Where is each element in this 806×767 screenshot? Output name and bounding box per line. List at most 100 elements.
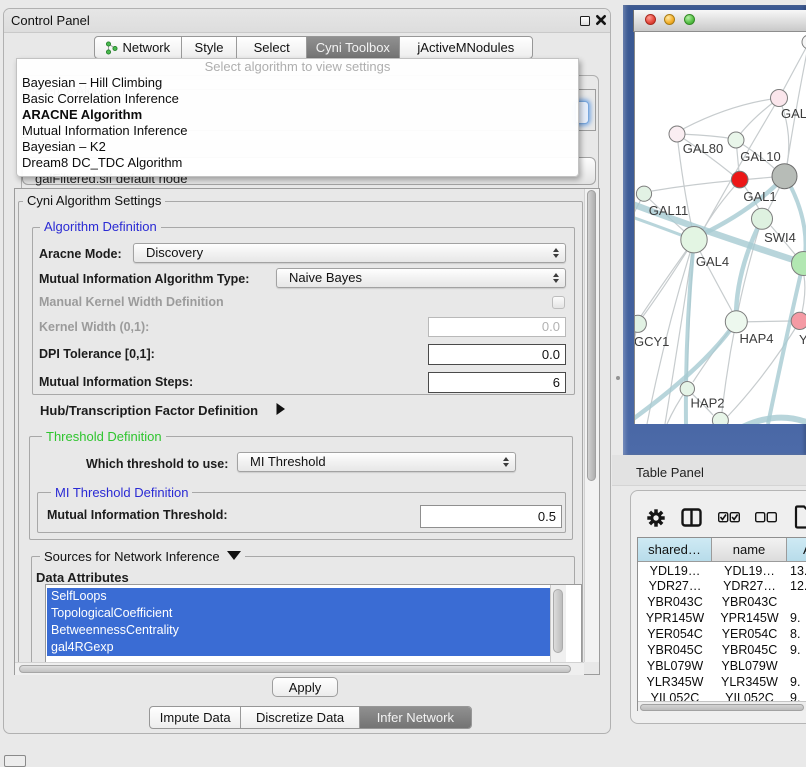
cell-value[interactable]: 13. [790,564,806,580]
table-row[interactable]: YBR045CYBR045C9. [638,643,806,659]
popup-item[interactable]: Bayesian – K2 [17,139,578,155]
network-edge[interactable] [736,219,762,322]
network-node[interactable] [712,412,728,424]
horizontal-scrollbar-thumb[interactable] [19,665,571,673]
cell-value[interactable]: 9. [790,643,806,659]
tab-infer-network[interactable]: Infer Network [360,707,471,728]
network-node[interactable] [669,126,685,142]
cell-name[interactable]: YPR145W [712,611,787,627]
cell-value[interactable]: 8. [790,627,806,643]
float-window-icon[interactable] [580,16,590,26]
popup-item[interactable]: Dream8 DC_TDC Algorithm [17,155,578,171]
horizontal-scrollbar[interactable] [15,662,584,675]
list-item[interactable]: BetweennessCentrality [47,622,550,639]
network-edge[interactable] [683,98,779,129]
cell-value[interactable]: 9. [790,675,806,691]
deselect-checks-icon[interactable] [755,512,777,523]
network-node[interactable] [725,311,747,333]
popup-item[interactable]: Basic Correlation Inference [17,91,578,107]
close-traffic-light-icon[interactable] [645,14,656,25]
select-all-checks-icon[interactable] [718,512,740,523]
new-column-icon[interactable] [794,505,806,529]
split-handle-icon[interactable] [616,376,620,380]
popup-item-selected[interactable]: ARACNE Algorithm [17,107,578,123]
cell-value[interactable] [790,595,806,611]
cell-name[interactable]: YBL079W [712,659,787,675]
kernel-width-field[interactable]: 0.0 [428,317,566,337]
table-row[interactable]: YLR345WYLR345W9. [638,675,806,691]
cell-shared-name[interactable]: YDL19… [638,564,712,580]
sources-title[interactable]: Sources for Network Inference [40,549,245,564]
collapse-down-icon[interactable] [227,551,241,560]
which-threshold-combo[interactable]: MI Threshold [237,452,516,472]
network-window-titlebar[interactable] [633,10,806,32]
network-node[interactable] [636,186,651,201]
cell-shared-name[interactable]: YLR345W [638,675,712,691]
split-columns-icon[interactable] [681,508,702,527]
table-horizontal-scrollbar[interactable] [638,701,806,711]
cell-value[interactable]: 9. [790,611,806,627]
network-node[interactable] [771,90,788,107]
data-attributes-list[interactable]: SelfLoops TopologicalCoefficient Between… [45,584,582,662]
cell-shared-name[interactable]: YPR145W [638,611,712,627]
mi-steps-field[interactable]: 6 [428,372,566,393]
expand-right-icon[interactable] [275,402,286,416]
cell-shared-name[interactable]: YBR045C [638,643,712,659]
column-header-next[interactable]: A [787,538,806,562]
popup-item[interactable]: Mutual Information Inference [17,123,578,139]
network-edge[interactable] [652,180,740,191]
cell-shared-name[interactable]: YBL079W [638,659,712,675]
network-node[interactable] [752,208,773,229]
tab-cyni-toolbox[interactable]: Cyni Toolbox [307,37,400,58]
table-row[interactable]: YER054CYER054C8. [638,627,806,643]
apply-button[interactable]: Apply [272,677,338,697]
aracne-mode-combo[interactable]: Discovery [133,243,566,263]
network-node[interactable] [792,252,806,276]
cell-name[interactable]: YDL19… [712,564,787,580]
cell-shared-name[interactable]: YER054C [638,627,712,643]
network-node[interactable] [681,227,707,253]
network-node[interactable] [791,312,806,329]
network-node[interactable] [731,171,748,188]
network-node[interactable] [680,382,694,396]
network-node[interactable] [802,35,806,49]
table-row[interactable]: YDR27…YDR27…12. [638,579,806,595]
cell-name[interactable]: YBR043C [712,595,787,611]
minimize-traffic-light-icon[interactable] [664,14,675,25]
tab-style[interactable]: Style [182,37,238,58]
network-edge[interactable] [641,240,694,316]
mi-algorithm-type-combo[interactable]: Naive Bayes [276,268,566,288]
tab-discretize-data[interactable]: Discretize Data [241,707,359,728]
network-node[interactable] [728,132,744,148]
network-node[interactable] [635,315,646,332]
table-row[interactable]: YBL079WYBL079W [638,659,806,675]
vertical-scrollbar-thumb[interactable] [587,190,596,481]
table-row[interactable]: YBR043CYBR043C [638,595,806,611]
list-item[interactable]: TopologicalCoefficient [47,605,550,622]
zoom-traffic-light-icon[interactable] [684,14,695,25]
vertical-scrollbar[interactable] [584,189,599,662]
tab-impute-data[interactable]: Impute Data [150,707,241,728]
cell-name[interactable]: YER054C [712,627,787,643]
cell-name[interactable]: YBR045C [712,643,787,659]
network-view-canvas[interactable]: GAL7GAL80GAL10GAL1GAL11SWI4GAL4GCY1HAP4Y… [634,32,806,424]
popup-item[interactable]: Bayesian – Hill Climbing [17,75,578,91]
tab-network[interactable]: Network [95,37,182,58]
network-node[interactable] [772,164,797,189]
gear-icon[interactable] [647,509,665,527]
cell-shared-name[interactable]: YDR27… [638,579,712,595]
cell-shared-name[interactable]: YBR043C [638,595,712,611]
cell-value[interactable] [790,659,806,675]
cell-value[interactable]: 12. [790,579,806,595]
cell-name[interactable]: YLR345W [712,675,787,691]
mi-threshold-field[interactable]: 0.5 [420,505,562,528]
tab-jactivemnodules[interactable]: jActiveMNodules [400,37,532,58]
tab-select[interactable]: Select [237,37,307,58]
cell-name[interactable]: YDR27… [712,579,787,595]
network-edge[interactable] [787,42,806,165]
column-header-name[interactable]: name [712,538,787,562]
table-scrollbar-thumb[interactable] [640,704,804,711]
column-header-shared-name[interactable]: shared… [638,538,712,562]
list-item[interactable]: gal4RGexp [47,639,550,656]
list-scrollbar[interactable] [550,585,566,662]
